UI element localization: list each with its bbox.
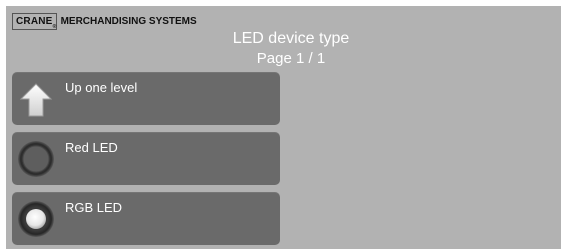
up-arrow-icon [19, 83, 53, 117]
red-led-label: Red LED [65, 140, 118, 155]
logo-text: CRANE [16, 16, 53, 27]
up-one-level-button[interactable]: Up one level [12, 72, 280, 125]
led-on-icon [18, 201, 54, 237]
page-indicator: Page 1 / 1 [256, 50, 326, 67]
rgb-led-button[interactable]: RGB LED [12, 192, 280, 245]
logo-registered-mark: ® [52, 24, 57, 30]
screen: CRANE ® MERCHANDISING SYSTEMS LED device… [6, 6, 561, 249]
rgb-led-label: RGB LED [65, 200, 123, 215]
led-off-icon [18, 141, 54, 177]
red-led-button[interactable]: Red LED [12, 132, 280, 185]
brand-header: CRANE ® MERCHANDISING SYSTEMS [12, 13, 197, 30]
page-title: LED device type [232, 30, 350, 47]
up-one-level-label: Up one level [65, 80, 138, 95]
brand-name: MERCHANDISING SYSTEMS [60, 16, 197, 27]
crane-logo: CRANE ® [12, 13, 57, 30]
